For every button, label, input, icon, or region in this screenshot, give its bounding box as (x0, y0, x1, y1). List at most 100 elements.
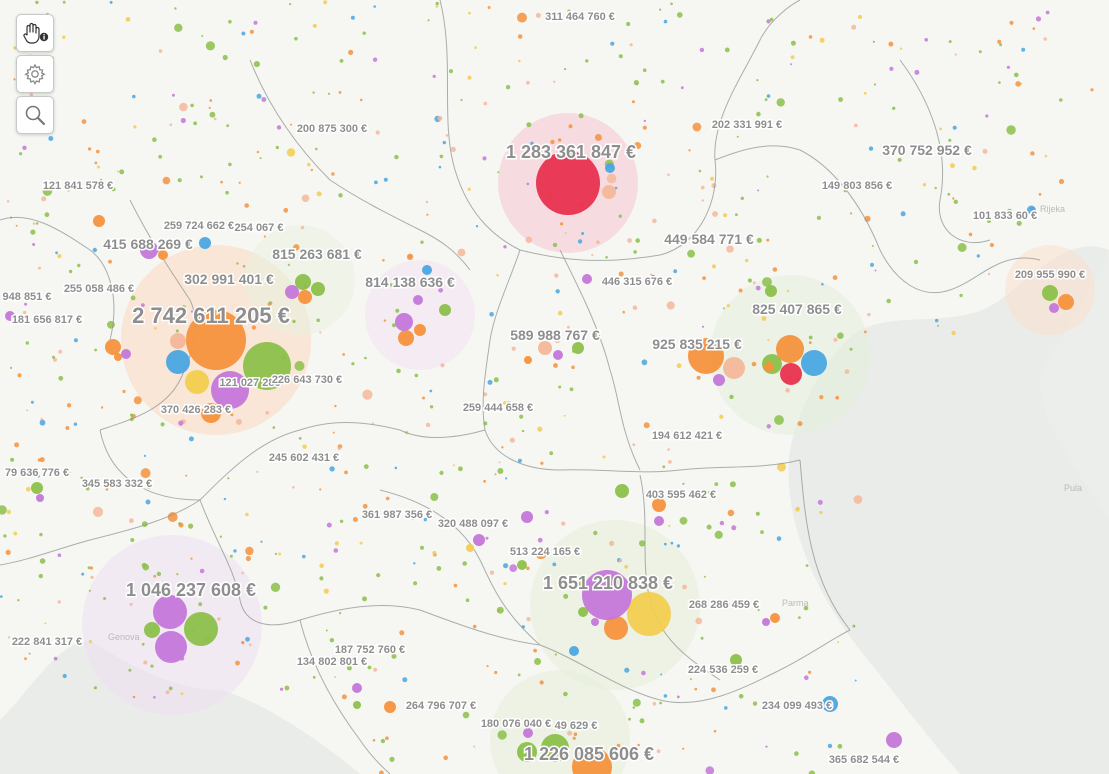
municipality-bubble[interactable] (170, 333, 186, 349)
municipality-dot (227, 477, 230, 480)
municipality-bubble[interactable] (762, 618, 770, 626)
municipality-bubble[interactable] (298, 290, 312, 304)
municipality-bubble[interactable] (144, 622, 160, 638)
municipality-bubble[interactable] (572, 342, 584, 354)
municipality-bubble[interactable] (155, 631, 187, 663)
municipality-bubble[interactable] (627, 592, 671, 636)
municipality-dot (312, 23, 317, 28)
municipality-dot (402, 677, 408, 683)
municipality-bubble[interactable] (384, 701, 396, 713)
municipality-bubble[interactable] (765, 285, 777, 297)
municipality-dot (517, 34, 523, 39)
municipality-dot (694, 687, 698, 691)
municipality-bubble[interactable] (1042, 285, 1058, 301)
municipality-bubble[interactable] (473, 534, 485, 546)
municipality-dot (487, 379, 493, 385)
municipality-dot (178, 522, 184, 528)
municipality-dot (44, 212, 50, 218)
municipality-dot (437, 115, 443, 121)
municipality-bubble[interactable] (582, 274, 592, 284)
municipality-dot (526, 122, 532, 128)
municipality-bubble[interactable] (166, 350, 190, 374)
map-canvas[interactable]: Genova Parma Rijeka Pula 311 464 760 € 200 8… (0, 0, 1109, 774)
municipality-dot (223, 497, 227, 501)
municipality-dot (706, 524, 712, 530)
municipality-dot (286, 148, 296, 157)
municipality-dot (505, 477, 508, 480)
municipality-dot (596, 240, 600, 245)
municipality-bubble[interactable] (353, 701, 361, 709)
settings-button[interactable] (16, 55, 54, 93)
municipality-dot (610, 41, 615, 46)
municipality-bubble[interactable] (114, 353, 122, 361)
municipality-bubble[interactable] (770, 613, 780, 623)
amount-label: 415 688 269 € (103, 236, 193, 252)
municipality-dot (130, 413, 134, 417)
municipality-dot (153, 696, 156, 699)
municipality-dot (772, 267, 778, 272)
municipality-dot (57, 254, 62, 259)
municipality-bubble[interactable] (723, 357, 745, 379)
municipality-dot (37, 266, 41, 270)
municipality-bubble[interactable] (1058, 294, 1074, 310)
municipality-bubble[interactable] (121, 349, 131, 359)
municipality-bubble[interactable] (93, 215, 105, 227)
municipality-bubble[interactable] (31, 482, 43, 494)
municipality-dot (333, 548, 339, 553)
search-button[interactable] (16, 96, 54, 134)
municipality-bubble[interactable] (569, 646, 579, 656)
municipality-bubble[interactable] (439, 304, 451, 316)
municipality-bubble[interactable] (185, 370, 209, 394)
municipality-bubble[interactable] (886, 732, 902, 748)
municipality-bubble[interactable] (764, 362, 774, 372)
municipality-bubble[interactable] (36, 494, 44, 502)
municipality-dot (374, 180, 378, 185)
municipality-bubble[interactable] (414, 324, 426, 336)
municipality-bubble[interactable] (605, 163, 615, 173)
municipality-dot (776, 536, 782, 541)
municipality-dot (48, 136, 54, 141)
municipality-bubble[interactable] (105, 339, 121, 355)
municipality-bubble[interactable] (654, 516, 664, 526)
municipality-dot (249, 29, 254, 34)
municipality-dot (168, 686, 173, 691)
municipality-bubble[interactable] (578, 607, 588, 617)
municipality-bubble[interactable] (199, 237, 211, 249)
municipality-bubble[interactable] (538, 341, 552, 355)
municipality-bubble[interactable] (517, 560, 527, 570)
municipality-bubble[interactable] (776, 335, 804, 363)
municipality-bubble[interactable] (801, 350, 827, 376)
municipality-bubble[interactable] (780, 363, 802, 385)
municipality-dot (808, 670, 812, 674)
municipality-bubble[interactable] (524, 356, 532, 364)
municipality-bubble[interactable] (153, 595, 187, 629)
municipality-bubble[interactable] (413, 295, 423, 305)
municipality-bubble[interactable] (398, 330, 414, 346)
map-svg[interactable]: Genova Parma Rijeka Pula 311 464 760 € 200 8… (0, 0, 1109, 774)
municipality-bubble[interactable] (602, 185, 616, 199)
municipality-bubble[interactable] (713, 374, 725, 386)
municipality-bubble[interactable] (285, 285, 299, 299)
municipality-bubble[interactable] (311, 282, 325, 296)
pan-info-button[interactable] (16, 14, 54, 52)
municipality-dot (93, 686, 97, 690)
amount-label: 49 629 € (555, 720, 598, 732)
municipality-dot (760, 530, 764, 534)
municipality-dot (948, 40, 952, 44)
municipality-dot (797, 421, 803, 427)
municipality-dot (174, 23, 183, 32)
municipality-dot (119, 169, 125, 175)
municipality-dot (294, 36, 298, 41)
municipality-bubble[interactable] (466, 544, 474, 552)
municipality-dot (284, 685, 290, 691)
municipality-bubble[interactable] (591, 618, 599, 626)
municipality-bubble[interactable] (352, 683, 362, 693)
municipality-bubble[interactable] (553, 350, 563, 360)
municipality-bubble[interactable] (1049, 303, 1059, 313)
municipality-bubble[interactable] (521, 511, 533, 523)
municipality-bubble[interactable] (184, 612, 218, 646)
municipality-bubble[interactable] (615, 484, 629, 498)
municipality-bubble[interactable] (395, 313, 413, 331)
municipality-dot (972, 165, 977, 171)
municipality-dot (65, 426, 70, 430)
